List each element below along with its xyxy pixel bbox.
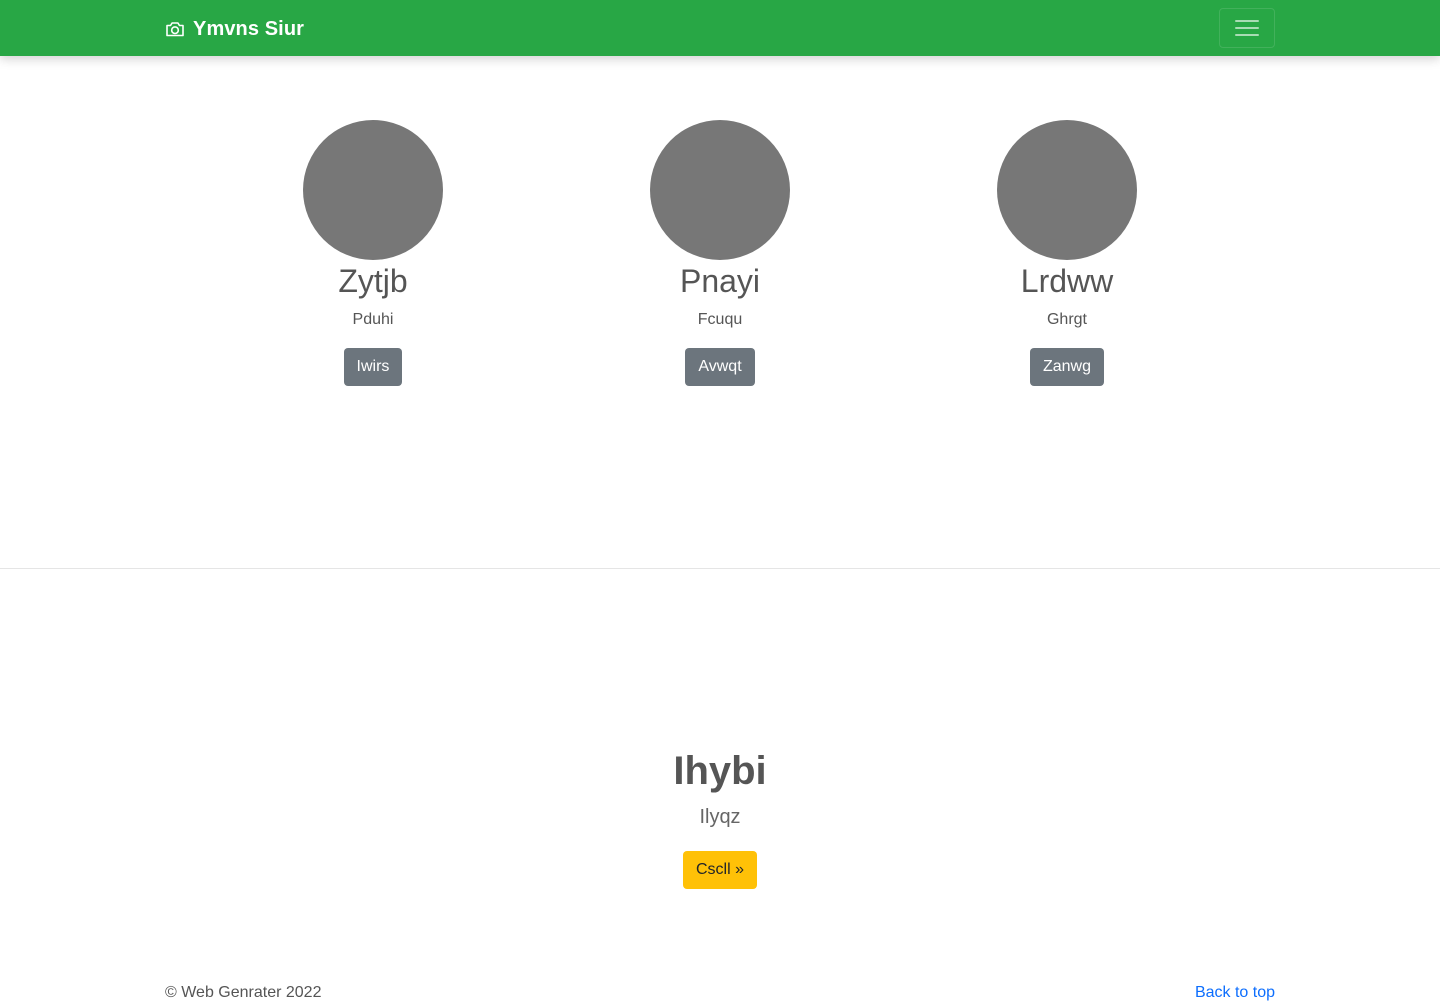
team-member-button[interactable]: Zanwg — [1029, 348, 1105, 386]
team-card: Zytjb Pduhi Iwirs — [243, 120, 503, 386]
navbar-toggle-button[interactable] — [1219, 8, 1275, 48]
team-card: Lrdww Ghrgt Zanwg — [937, 120, 1197, 386]
team-member-role: Fcuqu — [697, 311, 743, 328]
team-card: Pnayi Fcuqu Avwqt — [590, 120, 850, 386]
feature-subtitle: Ilyqz — [699, 806, 741, 828]
avatar — [650, 120, 790, 260]
avatar — [303, 120, 443, 260]
team-member-name: Lrdww — [1020, 263, 1114, 299]
team-member-name: Pnayi — [679, 263, 761, 299]
camera-icon — [166, 22, 184, 37]
team-member-name: Zytjb — [338, 263, 408, 299]
team-member-role: Ghrgt — [1046, 311, 1087, 328]
back-to-top-link[interactable]: Back to top — [1195, 983, 1275, 1003]
brand-link[interactable]: Ymvns Siur — [165, 16, 304, 42]
feature-cta-button[interactable]: Cscll » — [682, 851, 757, 889]
feature-title: Ihybi — [673, 749, 767, 793]
brand-name: Ymvns Siur — [193, 17, 305, 40]
copyright-text: © Web Genrater 2022 — [165, 984, 322, 1001]
section-divider — [0, 568, 1440, 569]
team-member-role: Pduhi — [352, 311, 394, 328]
team-member-button[interactable]: Avwqt — [685, 348, 755, 386]
feature-section: Ihybi Ilyqz Cscll » — [0, 744, 1440, 889]
team-member-button[interactable]: Iwirs — [343, 348, 403, 386]
navbar: Ymvns Siur — [0, 0, 1440, 56]
avatar — [997, 120, 1137, 260]
hamburger-menu-icon — [1235, 20, 1259, 36]
